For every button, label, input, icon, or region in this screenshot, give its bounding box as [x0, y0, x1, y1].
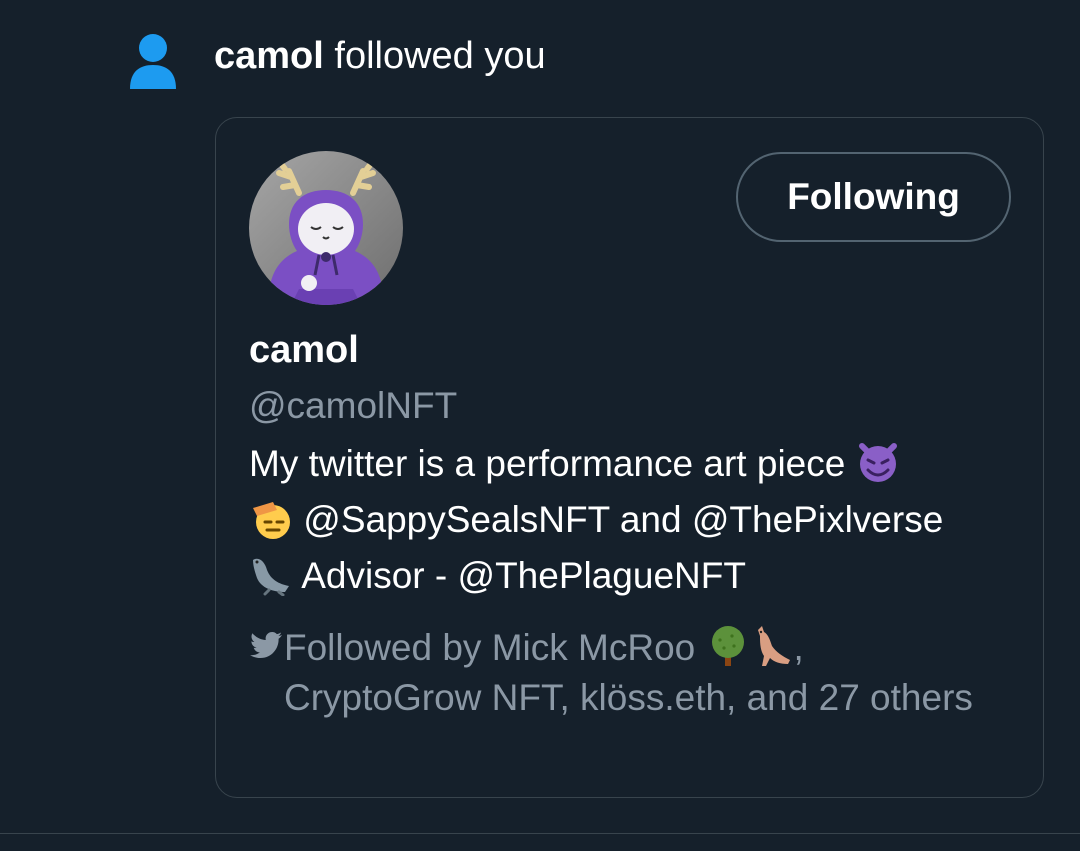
divider — [0, 833, 1080, 834]
bio-line-2-text: @SappySealsNFT and @ThePixlverse — [303, 499, 944, 540]
user-handle[interactable]: @camolNFT — [249, 384, 457, 428]
saluting-face-emoji — [253, 502, 290, 539]
bio-line-3: Advisor - @ThePlagueNFT — [249, 548, 1024, 604]
following-button[interactable]: Following — [736, 152, 1011, 242]
bio-line-1: My twitter is a performance art piece — [249, 436, 1024, 492]
person-icon — [130, 34, 176, 89]
profile-card[interactable]: Following camol @camolNFT My twitter is … — [215, 117, 1044, 798]
profile-bio: My twitter is a performance art piece @S… — [249, 436, 1024, 604]
avatar[interactable] — [249, 151, 403, 305]
follow-notification[interactable]: camol followed you Following camol @camo… — [0, 0, 1080, 851]
notification-headline: camol followed you — [214, 34, 546, 78]
bio-line-2: @SappySealsNFT and @ThePixlverse — [249, 492, 1024, 548]
twitter-bird-icon — [250, 632, 282, 658]
actor-name[interactable]: camol — [214, 35, 324, 77]
kangaroo-emoji — [757, 626, 790, 666]
followed-by-section[interactable]: Followed by Mick McRoo , CryptoGrow NFT,… — [249, 623, 1009, 723]
followed-by-prefix: Followed by Mick McRoo — [284, 627, 706, 668]
bio-line-3-text: Advisor - @ThePlagueNFT — [301, 555, 746, 596]
display-name[interactable]: camol — [249, 328, 359, 372]
smiling-imp-emoji — [858, 443, 897, 482]
followed-by-text: Followed by Mick McRoo , CryptoGrow NFT,… — [249, 623, 1009, 723]
bio-line-1-text: My twitter is a performance art piece — [249, 443, 856, 484]
avatar-image — [268, 158, 384, 305]
seal-emoji — [253, 558, 289, 596]
tree-emoji — [711, 626, 744, 666]
action-text: followed you — [323, 35, 546, 77]
